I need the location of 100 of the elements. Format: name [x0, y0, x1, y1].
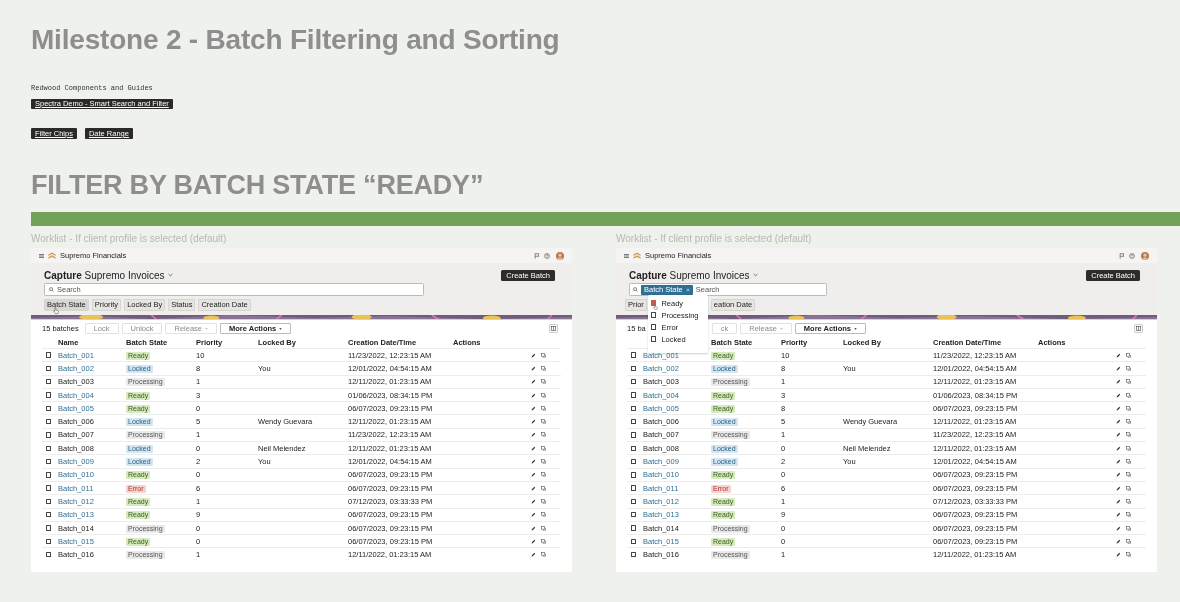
row-checkbox[interactable] — [46, 405, 52, 412]
row-checkbox[interactable] — [46, 525, 52, 531]
edit-icon[interactable] — [1116, 512, 1121, 518]
duplicate-icon[interactable] — [541, 498, 546, 504]
row-checkbox[interactable] — [631, 365, 637, 372]
edit-icon[interactable] — [531, 512, 536, 518]
row-checkbox[interactable] — [46, 352, 52, 358]
row-checkbox[interactable] — [631, 525, 637, 531]
row-checkbox[interactable] — [46, 392, 52, 398]
row-checkbox[interactable] — [631, 498, 637, 505]
row-checkbox[interactable] — [631, 445, 637, 451]
edit-icon[interactable] — [1116, 485, 1121, 491]
edit-icon[interactable] — [531, 552, 536, 558]
edit-icon[interactable] — [1116, 419, 1121, 425]
row-checkbox[interactable] — [631, 485, 637, 491]
duplicate-icon[interactable] — [541, 392, 546, 398]
edit-icon[interactable] — [531, 432, 536, 438]
row-checkbox[interactable] — [631, 538, 637, 544]
duplicate-icon[interactable] — [541, 352, 546, 358]
duplicate-icon[interactable] — [1126, 392, 1131, 398]
edit-icon[interactable] — [531, 405, 536, 411]
edit-icon[interactable] — [531, 419, 536, 425]
duplicate-icon[interactable] — [1126, 405, 1131, 411]
duplicate-icon[interactable] — [1126, 525, 1131, 531]
row-checkbox[interactable] — [46, 551, 52, 558]
duplicate-icon[interactable] — [541, 525, 546, 531]
row-checkbox[interactable] — [631, 418, 637, 425]
row-checkbox[interactable] — [46, 418, 52, 425]
duplicate-icon[interactable] — [1126, 445, 1131, 451]
page-heading[interactable]: Capture Supremo Invoices — [629, 269, 750, 281]
duplicate-icon[interactable] — [541, 485, 546, 491]
edit-icon[interactable] — [531, 485, 536, 491]
avatar-icon[interactable] — [1141, 251, 1149, 260]
duplicate-icon[interactable] — [541, 512, 546, 518]
duplicate-icon[interactable] — [1126, 379, 1131, 385]
row-checkbox[interactable] — [631, 472, 637, 478]
duplicate-icon[interactable] — [1126, 419, 1131, 425]
duplicate-icon[interactable] — [541, 379, 546, 385]
edit-icon[interactable] — [1116, 525, 1121, 531]
row-checkbox[interactable] — [46, 485, 52, 491]
row-checkbox[interactable] — [46, 365, 52, 372]
edit-icon[interactable] — [1116, 472, 1121, 478]
edit-icon[interactable] — [1116, 445, 1121, 451]
edit-icon[interactable] — [1116, 405, 1121, 411]
duplicate-icon[interactable] — [1126, 538, 1131, 544]
edit-icon[interactable] — [531, 352, 536, 358]
edit-icon[interactable] — [1116, 552, 1121, 558]
edit-icon[interactable] — [531, 472, 536, 478]
option-checkbox[interactable] — [651, 324, 657, 330]
edit-icon[interactable] — [531, 498, 536, 504]
option-checkbox[interactable] — [651, 336, 657, 342]
row-checkbox[interactable] — [631, 458, 637, 465]
row-checkbox[interactable] — [46, 512, 52, 518]
edit-icon[interactable] — [1116, 459, 1121, 464]
duplicate-icon[interactable] — [541, 432, 546, 438]
duplicate-icon[interactable] — [1126, 459, 1131, 464]
columns-icon[interactable] — [549, 324, 558, 333]
duplicate-icon[interactable] — [1126, 352, 1131, 358]
columns-icon[interactable] — [1134, 324, 1143, 333]
edit-icon[interactable] — [531, 445, 536, 451]
row-checkbox[interactable] — [631, 352, 637, 358]
menu-icon[interactable] — [624, 253, 629, 258]
duplicate-icon[interactable] — [541, 445, 546, 451]
edit-icon[interactable] — [1116, 498, 1121, 504]
row-checkbox[interactable] — [46, 472, 52, 478]
avatar-icon[interactable] — [556, 251, 564, 260]
duplicate-icon[interactable] — [1126, 432, 1131, 438]
page-heading[interactable]: Capture Supremo Invoices — [44, 269, 165, 281]
row-checkbox[interactable] — [46, 538, 52, 544]
duplicate-icon[interactable] — [541, 472, 546, 478]
flag-icon[interactable] — [534, 252, 540, 259]
duplicate-icon[interactable] — [1126, 472, 1131, 478]
duplicate-icon[interactable] — [1126, 485, 1131, 491]
edit-icon[interactable] — [531, 525, 536, 531]
duplicate-icon[interactable] — [541, 419, 546, 425]
edit-icon[interactable] — [1116, 352, 1121, 358]
row-checkbox[interactable] — [631, 392, 637, 398]
row-checkbox[interactable] — [631, 432, 637, 438]
flag-icon[interactable] — [1119, 252, 1125, 259]
close-icon[interactable] — [685, 287, 690, 292]
option-checkbox[interactable] — [651, 312, 657, 318]
edit-icon[interactable] — [531, 365, 536, 371]
edit-icon[interactable] — [531, 392, 536, 398]
edit-icon[interactable] — [531, 379, 536, 385]
row-checkbox[interactable] — [46, 445, 52, 451]
duplicate-icon[interactable] — [541, 552, 546, 558]
edit-icon[interactable] — [1116, 538, 1121, 544]
duplicate-icon[interactable] — [1126, 512, 1131, 518]
edit-icon[interactable] — [1116, 392, 1121, 398]
menu-icon[interactable] — [39, 253, 44, 258]
edit-icon[interactable] — [1116, 365, 1121, 371]
duplicate-icon[interactable] — [541, 365, 546, 371]
duplicate-icon[interactable] — [541, 538, 546, 544]
row-checkbox[interactable] — [46, 379, 52, 385]
edit-icon[interactable] — [531, 459, 536, 464]
duplicate-icon[interactable] — [541, 459, 546, 464]
duplicate-icon[interactable] — [541, 405, 546, 411]
row-checkbox[interactable] — [631, 379, 637, 385]
row-checkbox[interactable] — [46, 498, 52, 505]
edit-icon[interactable] — [1116, 432, 1121, 438]
